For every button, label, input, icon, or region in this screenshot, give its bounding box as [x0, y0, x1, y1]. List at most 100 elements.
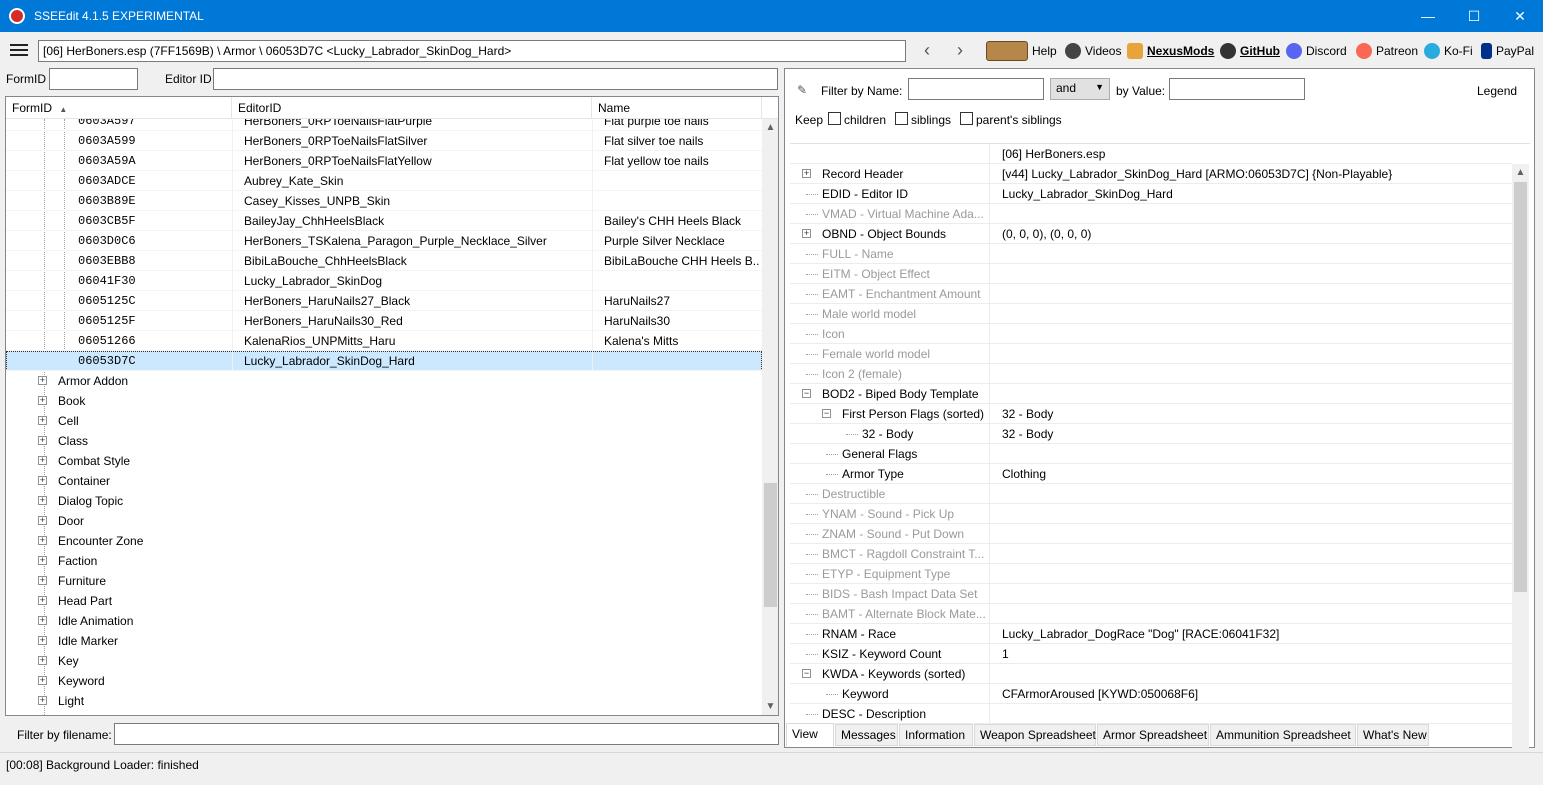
scroll-up-arrow[interactable]: ▲ [762, 119, 778, 136]
expand-icon[interactable]: + [38, 496, 47, 505]
tree-group-row[interactable]: + Class [6, 431, 762, 451]
tree-scrollbar[interactable]: ▲ ▼ [762, 119, 778, 715]
expand-icon[interactable]: + [38, 676, 47, 685]
tab-whats-new[interactable]: What's New [1357, 724, 1429, 746]
record-row[interactable]: DESC - Description [790, 704, 1512, 724]
scroll-down-arrow[interactable]: ▼ [762, 698, 778, 715]
tree-group-row[interactable]: + Faction [6, 551, 762, 571]
paypal-link[interactable]: PayPal [1481, 43, 1534, 59]
kofi-link[interactable]: Ko-Fi [1424, 43, 1473, 59]
table-row[interactable]: 0603D0C6 HerBoners_TSKalena_Paragon_Purpl… [6, 231, 762, 251]
expand-icon[interactable]: + [38, 556, 47, 565]
tree-group-row[interactable]: + Light [6, 691, 762, 711]
scroll-up-arrow[interactable]: ▲ [1512, 164, 1529, 181]
table-row[interactable]: 0603A597 HerBoners_0RPToeNailsFlatPurple F… [6, 119, 762, 131]
table-row[interactable]: 0603B89E Casey_Kisses_UNPB_Skin [6, 191, 762, 211]
keep-parents-siblings-checkbox[interactable] [960, 112, 973, 125]
expand-icon[interactable]: + [38, 476, 47, 485]
tab-information[interactable]: Information [899, 724, 973, 746]
scroll-thumb[interactable] [764, 483, 777, 607]
column-formid[interactable]: FormID ▲ [6, 97, 232, 119]
record-row[interactable]: − BOD2 - Biped Body Template [790, 384, 1512, 404]
record-row[interactable]: VMAD - Virtual Machine Ada... [790, 204, 1512, 224]
record-row[interactable]: BAMT - Alternate Block Mate... [790, 604, 1512, 624]
keep-siblings-checkbox[interactable] [895, 112, 908, 125]
keep-children-checkbox[interactable] [828, 112, 841, 125]
expand-icon[interactable]: + [38, 576, 47, 585]
tab-messages[interactable]: Messages [835, 724, 898, 746]
tree-group-row[interactable]: + Book [6, 391, 762, 411]
tree-group-row[interactable]: + Door [6, 511, 762, 531]
pin-icon[interactable]: ✎ [797, 83, 807, 97]
table-row[interactable]: 0603CB5F BaileyJay_ChhHeelsBlack Bailey's … [6, 211, 762, 231]
column-editorid[interactable]: EditorID [232, 97, 592, 119]
tree-group-row[interactable]: + Armor Addon [6, 371, 762, 391]
tab-ammunition-spreadsheet[interactable]: Ammunition Spreadsheet [1210, 724, 1356, 746]
record-row[interactable]: − First Person Flags (sorted) 32 - Body [790, 404, 1512, 424]
record-scrollbar[interactable]: ▲ ▼ [1512, 164, 1529, 785]
record-row[interactable]: Keyword CFArmorAroused [KYWD:050068F6] [790, 684, 1512, 704]
expand-icon[interactable]: + [802, 169, 811, 178]
tree-group-row[interactable]: + Encounter Zone [6, 531, 762, 551]
collapse-icon[interactable]: − [822, 409, 831, 418]
table-row[interactable]: 0603ADCE Aubrey_Kate_Skin [6, 171, 762, 191]
record-row[interactable]: ETYP - Equipment Type [790, 564, 1512, 584]
tree-group-row[interactable]: + Container [6, 471, 762, 491]
tree-group-row[interactable]: + Cell [6, 411, 762, 431]
patreon-link[interactable]: Patreon [1356, 43, 1418, 59]
record-row[interactable]: EDID - Editor ID Lucky_Labrador_SkinDog_H… [790, 184, 1512, 204]
record-grid[interactable]: [06] HerBoners.esp + Record Header [v44] L… [790, 143, 1530, 785]
record-row[interactable]: ZNAM - Sound - Put Down [790, 524, 1512, 544]
scroll-thumb[interactable] [1514, 182, 1527, 592]
tab-weapon-spreadsheet[interactable]: Weapon Spreadsheet [974, 724, 1096, 746]
tree-group-row[interactable]: + Idle Animation [6, 611, 762, 631]
expand-icon[interactable]: + [38, 616, 47, 625]
table-row[interactable]: 0605125C HerBoners_HaruNails27_Black HaruN… [6, 291, 762, 311]
collapse-icon[interactable]: − [802, 669, 811, 678]
record-row[interactable]: 32 - Body 32 - Body [790, 424, 1512, 444]
record-row[interactable]: Female world model [790, 344, 1512, 364]
forward-button[interactable]: › [950, 41, 970, 61]
videos-link[interactable]: Videos [1065, 43, 1121, 59]
nexusmods-link[interactable]: NexusMods [1127, 43, 1214, 59]
record-row[interactable]: Icon [790, 324, 1512, 344]
tree-group-row[interactable]: + Idle Marker [6, 631, 762, 651]
table-row[interactable]: 0603EBB8 BibiLaBouche_ChhHeelsBlack BibiLa… [6, 251, 762, 271]
navigation-path[interactable]: [06] HerBoners.esp (7FF1569B) \ Armor \ … [38, 40, 906, 62]
discord-link[interactable]: Discord [1286, 43, 1347, 59]
record-row[interactable]: + OBND - Object Bounds (0, 0, 0), (0, 0, 0… [790, 224, 1512, 244]
minimize-button[interactable]: — [1405, 0, 1451, 32]
formid-filter-input[interactable] [49, 68, 138, 90]
expand-icon[interactable]: + [38, 416, 47, 425]
expand-icon[interactable]: + [38, 376, 47, 385]
legend-button[interactable]: Legend [1477, 84, 1517, 98]
expand-icon[interactable]: + [802, 229, 811, 238]
tree-group-row[interactable]: + Furniture [6, 571, 762, 591]
table-row[interactable]: 0603A59A HerBoners_0RPToeNailsFlatYellow F… [6, 151, 762, 171]
maximize-button[interactable]: ☐ [1451, 0, 1497, 32]
by-value-input[interactable] [1169, 78, 1305, 100]
expand-icon[interactable]: + [38, 456, 47, 465]
record-row[interactable]: Male world model [790, 304, 1512, 324]
close-button[interactable]: ✕ [1497, 0, 1543, 32]
record-row[interactable]: BMCT - Ragdoll Constraint T... [790, 544, 1512, 564]
back-button[interactable]: ‹ [917, 41, 937, 61]
expand-icon[interactable]: + [38, 696, 47, 705]
filename-filter-input[interactable] [114, 723, 779, 745]
expand-icon[interactable]: + [38, 516, 47, 525]
github-link[interactable]: GitHub [1220, 43, 1280, 59]
record-row[interactable]: Destructible [790, 484, 1512, 504]
expand-icon[interactable]: + [38, 396, 47, 405]
record-row[interactable]: FULL - Name [790, 244, 1512, 264]
record-row[interactable]: − KWDA - Keywords (sorted) [790, 664, 1512, 684]
tab-armor-spreadsheet[interactable]: Armor Spreadsheet [1097, 724, 1209, 746]
expand-icon[interactable]: + [38, 636, 47, 645]
record-row[interactable]: Icon 2 (female) [790, 364, 1512, 384]
table-row[interactable]: 0605125F HerBoners_HaruNails30_Red HaruNai… [6, 311, 762, 331]
table-row[interactable]: 06051266 KalenaRios_UNPMitts_Haru Kalena's… [6, 331, 762, 351]
record-row[interactable]: KSIZ - Keyword Count 1 [790, 644, 1512, 664]
tree-group-row[interactable]: + Dialog Topic [6, 491, 762, 511]
expand-icon[interactable]: + [38, 596, 47, 605]
expand-icon[interactable]: + [38, 656, 47, 665]
column-name[interactable]: Name [592, 97, 762, 119]
